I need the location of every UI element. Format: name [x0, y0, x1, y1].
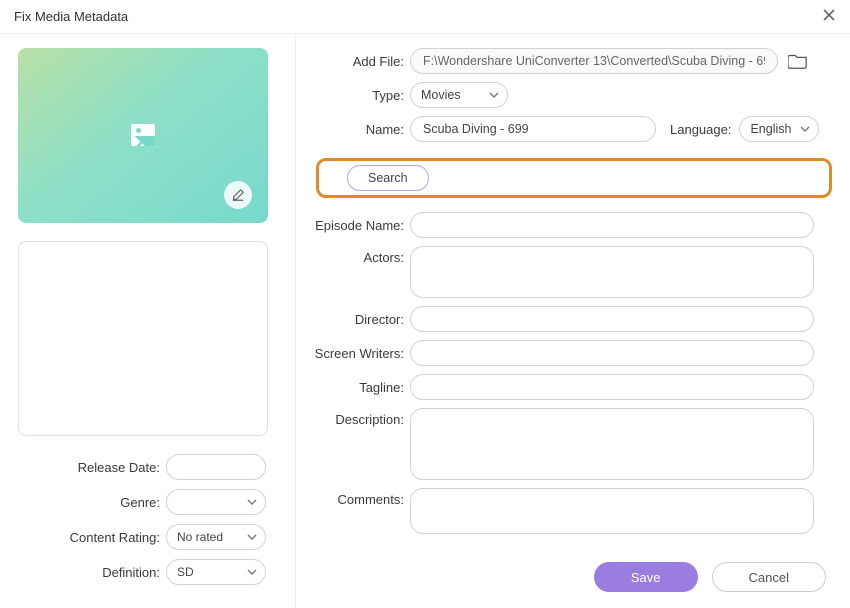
- genre-select[interactable]: [166, 489, 266, 515]
- screenwriters-input[interactable]: [410, 340, 814, 366]
- comments-label: Comments:: [310, 488, 410, 507]
- browse-folder-icon[interactable]: [788, 52, 808, 70]
- comments-input[interactable]: [410, 488, 814, 534]
- description-label: Description:: [310, 408, 410, 427]
- window-title: Fix Media Metadata: [14, 9, 128, 24]
- edit-thumbnail-button[interactable]: [224, 181, 252, 209]
- actors-label: Actors:: [310, 246, 410, 265]
- episode-name-input[interactable]: [410, 212, 814, 238]
- search-highlight-box: Search: [316, 158, 832, 198]
- release-date-input[interactable]: [166, 454, 266, 480]
- content-rating-label: Content Rating:: [18, 530, 166, 545]
- name-label: Name:: [310, 122, 410, 137]
- screenwriters-label: Screen Writers:: [310, 346, 410, 361]
- cancel-button[interactable]: Cancel: [712, 562, 826, 592]
- name-input[interactable]: [410, 116, 656, 142]
- search-button[interactable]: Search: [347, 165, 429, 191]
- tagline-input[interactable]: [410, 374, 814, 400]
- image-placeholder-icon: [131, 124, 155, 146]
- director-label: Director:: [310, 312, 410, 327]
- save-button[interactable]: Save: [594, 562, 698, 592]
- definition-select[interactable]: SD: [166, 559, 266, 585]
- episode-name-label: Episode Name:: [310, 218, 410, 233]
- director-input[interactable]: [410, 306, 814, 332]
- type-label: Type:: [310, 88, 410, 103]
- close-icon[interactable]: [822, 8, 836, 25]
- add-file-label: Add File:: [310, 54, 410, 69]
- language-label: Language:: [670, 122, 731, 137]
- release-date-label: Release Date:: [18, 460, 166, 475]
- actors-input[interactable]: [410, 246, 814, 298]
- content-rating-select[interactable]: No rated: [166, 524, 266, 550]
- media-preview: [18, 48, 268, 223]
- definition-label: Definition:: [18, 565, 166, 580]
- language-select[interactable]: English: [739, 116, 819, 142]
- type-select[interactable]: Movies: [410, 82, 508, 108]
- genre-label: Genre:: [18, 495, 166, 510]
- description-input[interactable]: [410, 408, 814, 480]
- secondary-preview: [18, 241, 268, 436]
- tagline-label: Tagline:: [310, 380, 410, 395]
- add-file-input[interactable]: [410, 48, 778, 74]
